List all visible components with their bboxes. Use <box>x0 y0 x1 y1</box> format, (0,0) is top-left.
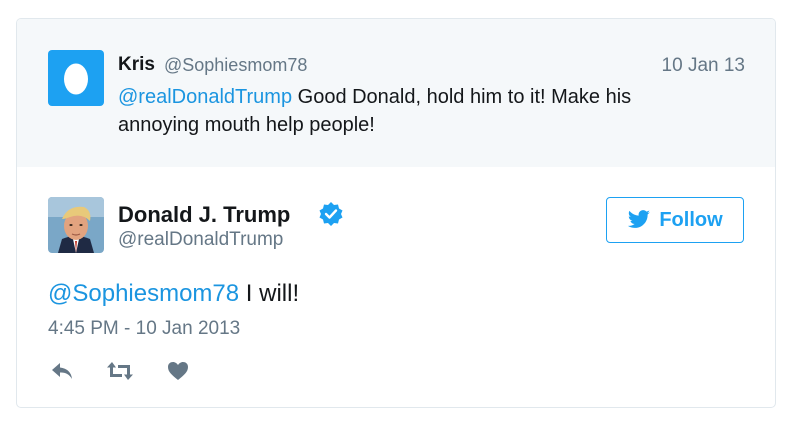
in-reply-to-tweet[interactable]: Kris @Sophiesmom78 10 Jan 13 @realDonald… <box>17 19 775 167</box>
tweet-date[interactable]: 10 Jan 13 <box>662 55 745 77</box>
retweet-icon[interactable] <box>106 359 134 383</box>
tweet-text: @realDonaldTrump Good Donald, hold him t… <box>118 83 708 139</box>
author-handle[interactable]: @realDonaldTrump <box>118 229 283 251</box>
tweet-card: Kris @Sophiesmom78 10 Jan 13 @realDonald… <box>16 18 776 408</box>
tweet-actions <box>48 359 192 383</box>
reply-icon[interactable] <box>48 359 76 383</box>
avatar[interactable] <box>48 197 104 253</box>
author-handle[interactable]: @Sophiesmom78 <box>164 55 307 76</box>
bird-icon <box>628 210 651 228</box>
verified-badge-icon <box>318 201 344 232</box>
tweet-timestamp[interactable]: 4:45 PM - 10 Jan 2013 <box>48 318 240 340</box>
avatar[interactable] <box>48 50 104 106</box>
like-icon[interactable] <box>164 359 192 383</box>
follow-label: Follow <box>659 208 723 231</box>
tweet-body: I will! <box>239 280 300 307</box>
author-name[interactable]: Kris <box>118 54 155 76</box>
mention-link[interactable]: @realDonaldTrump <box>118 86 292 108</box>
tweet-text: @Sophiesmom78 I will! <box>48 280 299 308</box>
author-name[interactable]: Donald J. Trump <box>118 202 290 228</box>
follow-button[interactable]: Follow <box>606 197 744 243</box>
egg-icon <box>64 63 88 95</box>
mention-link[interactable]: @Sophiesmom78 <box>48 280 239 307</box>
